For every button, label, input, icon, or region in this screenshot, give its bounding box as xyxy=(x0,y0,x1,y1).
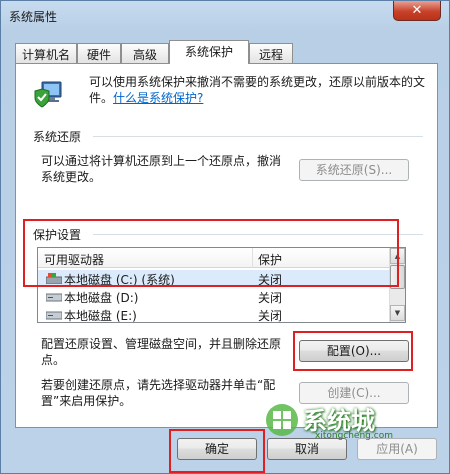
title-bar[interactable]: 系统属性 ✕ xyxy=(1,1,449,35)
tab-advanced[interactable]: 高级 xyxy=(121,43,169,63)
protection-status: 关闭 xyxy=(258,291,283,305)
what-is-protection-link[interactable]: 什么是系统保护? xyxy=(113,91,203,105)
tab-computer-name[interactable]: 计算机名 xyxy=(15,43,77,63)
drive-icon xyxy=(46,293,62,302)
protection-status: 关闭 xyxy=(258,309,283,323)
tab-hardware[interactable]: 硬件 xyxy=(77,43,121,63)
close-button[interactable]: ✕ xyxy=(393,1,441,21)
close-icon: ✕ xyxy=(411,3,423,18)
intro-text: 可以使用系统保护来撤消不需要的系统更改，还原以前版本的文件。什么是系统保护? xyxy=(89,75,426,105)
drive-icon xyxy=(46,311,62,320)
system-protection-icon xyxy=(34,81,62,108)
create-description: 若要创建还原点，请先选择驱动器并单击“配置”来启用保护。 xyxy=(41,378,276,408)
system-restore-heading: 系统还原 xyxy=(33,130,82,144)
table-row[interactable]: 本地磁盘 (E:) 关闭 xyxy=(38,306,390,323)
scroll-down-icon[interactable]: ▼ xyxy=(390,305,405,321)
configure-highlight-box xyxy=(293,331,413,371)
ok-highlight-box xyxy=(169,429,265,473)
system-restore-button[interactable]: 系统还原(S)... xyxy=(299,159,409,181)
section-divider xyxy=(93,136,423,137)
tab-system-protection[interactable]: 系统保护 xyxy=(169,40,249,64)
window-title: 系统属性 xyxy=(9,10,58,24)
tab-remote[interactable]: 远程 xyxy=(249,43,293,63)
watermark: 系统城 xitongcheng.com xyxy=(259,397,419,445)
system-restore-description: 可以通过将计算机还原到上一个还原点，撤消系统更改。 xyxy=(41,154,282,184)
drive-name: 本地磁盘 (E:) xyxy=(64,309,137,323)
watermark-url: xitongcheng.com xyxy=(315,431,393,441)
configure-description: 配置还原设置、管理磁盘空间，并且删除还原点。 xyxy=(41,337,282,367)
drive-name: 本地磁盘 (D:) xyxy=(64,291,139,305)
protection-highlight-box xyxy=(23,219,399,287)
system-properties-window: 系统属性 ✕ 计算机名 硬件 高级 系统保护 远程 可以使用系统保护来撤消不需要… xyxy=(0,0,450,474)
table-row[interactable]: 本地磁盘 (D:) 关闭 xyxy=(38,288,390,305)
windows-logo-icon xyxy=(266,404,298,436)
